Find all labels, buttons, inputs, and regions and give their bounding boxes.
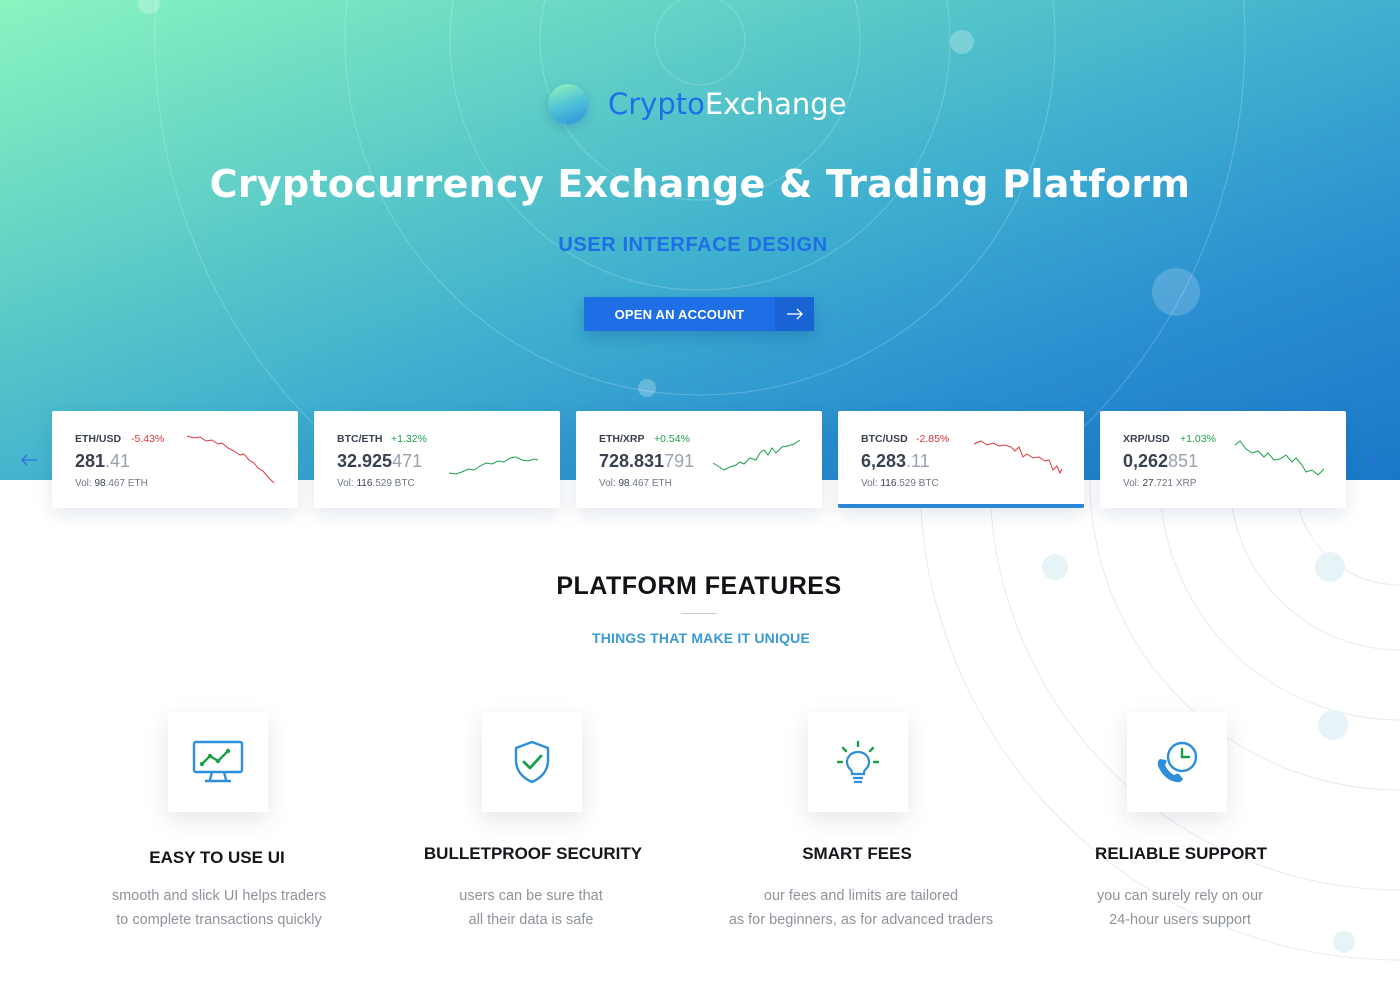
ticker-next-button[interactable] — [1360, 450, 1380, 470]
decor-bubble — [1152, 268, 1200, 316]
ticker-price: 281.41 — [75, 451, 131, 471]
hero-section: CryptoExchange Cryptocurrency Exchange &… — [0, 0, 1400, 480]
decor-bubble — [950, 30, 974, 54]
ticker-price: 6,283.11 — [861, 451, 930, 471]
ticker-change: +0.54% — [654, 433, 690, 445]
shield-check-icon — [514, 740, 550, 784]
ticker-volume: Vol: 27.721 XRP — [1123, 478, 1197, 489]
ticker-price: 32.925471 — [337, 451, 423, 471]
monitor-chart-icon — [192, 740, 244, 783]
feature-icon-box — [1127, 712, 1227, 812]
arrow-right-icon — [1362, 454, 1378, 466]
phone-clock-icon — [1157, 741, 1198, 783]
ticker-prev-button[interactable] — [19, 450, 39, 470]
brand-name: CryptoExchange — [608, 87, 847, 121]
sparkline-chart — [1234, 440, 1325, 476]
feature-description: users can be sure that all their data is… — [459, 888, 603, 928]
ticker-change: +1.03% — [1180, 433, 1216, 445]
ticker-change: +1.32% — [391, 433, 427, 445]
ticker-pair: BTC/ETH — [337, 433, 383, 445]
ticker-price: 728.831791 — [599, 451, 695, 471]
logo-orb-icon — [548, 84, 588, 124]
lightbulb-icon — [837, 740, 879, 784]
ticker-volume: Vol: 116.529 BTC — [337, 478, 415, 489]
ticker-pair: XRP/USD — [1123, 433, 1170, 445]
feature-icon-box — [168, 712, 268, 812]
ticker-card[interactable]: BTC/ETH +1.32% 32.925471 Vol: 116.529 BT… — [314, 411, 560, 508]
ticker-card[interactable]: ETH/USD -5.43% 281.41 Vol: 98.467 ETH — [52, 411, 298, 508]
ticker-pair: BTC/USD — [861, 433, 908, 445]
feature-title: EASY TO USE UI — [149, 848, 285, 867]
open-account-button[interactable]: OPEN AN ACCOUNT — [584, 297, 814, 331]
ticker-card[interactable]: XRP/USD +1.03% 0,262851 Vol: 27.721 XRP — [1100, 411, 1346, 508]
feature-title: BULLETPROOF SECURITY — [423, 844, 643, 863]
ticker-price: 0,262851 — [1123, 451, 1199, 471]
brand-logo[interactable]: CryptoExchange — [548, 82, 847, 126]
feature-icon-box — [808, 712, 908, 812]
ticker-change: -2.85% — [916, 433, 950, 445]
ticker-pair: ETH/USD — [75, 433, 122, 445]
feature-title: RELIABLE SUPPORT — [1095, 844, 1267, 863]
brand-name-part1: Crypto — [608, 87, 705, 121]
ticker-pair: ETH/XRP — [599, 433, 645, 445]
ticker-card-active[interactable]: BTC/USD -2.85% 6,283.11 Vol: 116.529 BTC — [838, 411, 1084, 508]
sparkline-chart — [448, 456, 539, 475]
ticker-card[interactable]: ETH/XRP +0.54% 728.831791 Vol: 98.467 ET… — [576, 411, 822, 508]
brand-name-part2: Exchange — [704, 87, 847, 121]
features-subtitle: THINGS THAT MAKE IT UNIQUE — [591, 630, 811, 646]
ticker-volume: Vol: 116.529 BTC — [861, 478, 939, 489]
title-divider — [681, 613, 717, 614]
feature-description: you can surely rely on our 24-hour users… — [1096, 888, 1264, 928]
sparkline-chart — [973, 440, 1063, 475]
sparkline-chart — [712, 439, 801, 471]
feature-description: smooth and slick UI helps traders to com… — [111, 888, 327, 928]
decor-bubble — [638, 379, 656, 397]
features-title: PLATFORM FEATURES — [556, 572, 842, 600]
feature-icon-box — [482, 712, 582, 812]
arrow-left-icon — [21, 454, 37, 466]
feature-title: SMART FEES — [802, 844, 912, 863]
hero-subtitle: USER INTERFACE DESIGN — [558, 234, 828, 256]
ticker-volume: Vol: 98.467 ETH — [75, 478, 148, 489]
open-account-label: OPEN AN ACCOUNT — [584, 297, 775, 331]
feature-description: our fees and limits are tailored as for … — [728, 888, 994, 928]
arrow-right-icon — [775, 297, 814, 331]
ticker-change: -5.43% — [131, 433, 165, 445]
hero-title: Cryptocurrency Exchange & Trading Platfo… — [209, 162, 1191, 206]
ticker-volume: Vol: 98.467 ETH — [599, 478, 672, 489]
sparkline-chart — [186, 435, 275, 484]
